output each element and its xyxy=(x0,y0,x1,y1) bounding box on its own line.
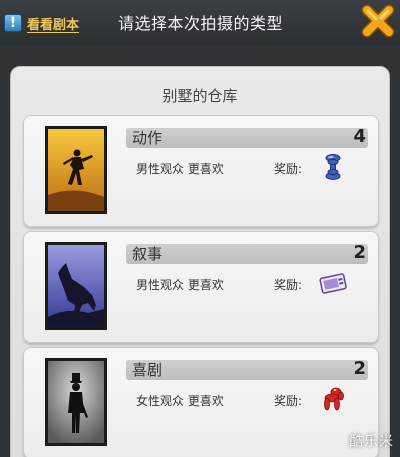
view-script-button[interactable]: ! 看看剧本 xyxy=(4,10,79,36)
page-title: 请选择本次拍摄的类型 xyxy=(118,14,284,33)
genre-card-narrative[interactable]: 叙事 2 男性观众 更喜欢 奖励: xyxy=(23,231,379,343)
exclamation-icon: ! xyxy=(4,14,22,32)
audience-preference: 男性观众 更喜欢 xyxy=(136,278,224,292)
comedy-thumbnail xyxy=(45,358,107,446)
action-thumbnail xyxy=(45,126,107,214)
genre-name: 叙事 xyxy=(132,245,163,263)
top-bar: ! 看看剧本 请选择本次拍摄的类型 xyxy=(0,0,400,46)
reward-label: 奖励: xyxy=(274,278,303,292)
dumbbell-icon xyxy=(325,154,341,180)
card-reader-icon xyxy=(319,273,347,294)
genre-type-bar: 叙事 2 xyxy=(126,242,368,264)
genre-type-bar: 喜剧 2 xyxy=(126,358,368,380)
audience-preference: 男性观众 更喜欢 xyxy=(136,162,224,176)
narrative-thumbnail xyxy=(45,242,107,330)
audience-preference: 女性观众 更喜欢 xyxy=(136,394,224,408)
genre-count: 2 xyxy=(353,358,366,379)
genre-card-action[interactable]: 动作 4 男性观众 更喜欢 奖励: xyxy=(23,115,379,227)
genre-count: 4 xyxy=(353,126,366,147)
reward-label: 奖励: xyxy=(274,394,303,408)
genre-name: 喜剧 xyxy=(132,361,163,379)
watermark-logo: 酷乐米 xyxy=(349,434,394,450)
close-icon[interactable] xyxy=(360,3,396,39)
warehouse-panel: 别墅的仓库 动作 4 男性观众 更喜欢 奖励: 叙事 2 男性观众 更喜欢 奖励… xyxy=(10,66,390,457)
reward-label: 奖励: xyxy=(274,162,303,176)
genre-card-comedy[interactable]: 喜剧 2 女性观众 更喜欢 奖励: xyxy=(23,347,379,457)
balloon-dog-icon xyxy=(324,387,344,411)
genre-type-bar: 动作 4 xyxy=(126,126,368,148)
genre-count: 2 xyxy=(353,242,366,263)
genre-name: 动作 xyxy=(132,129,163,147)
view-script-label: 看看剧本 xyxy=(27,17,80,33)
warehouse-title: 别墅的仓库 xyxy=(162,87,238,105)
